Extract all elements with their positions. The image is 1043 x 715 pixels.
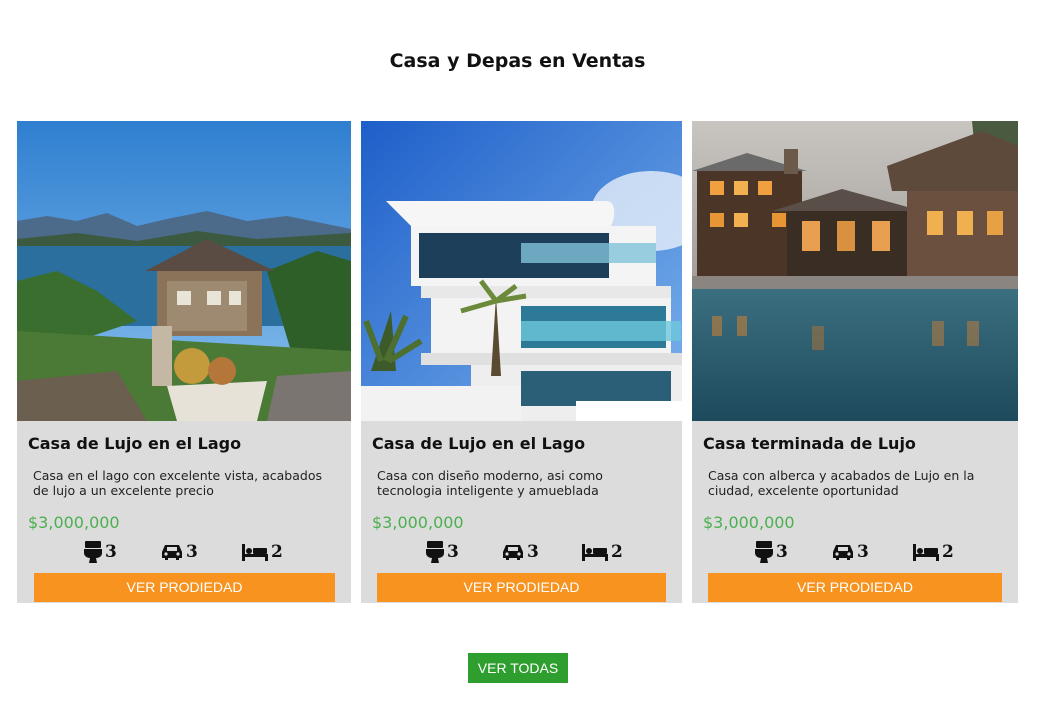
property-description: Casa en el lago con excelente vista, aca… (33, 468, 322, 498)
parking-feature: 3 (832, 540, 869, 564)
property-price: $3,000,000 (372, 513, 464, 532)
toilet-icon (426, 541, 444, 563)
bathrooms-feature: 3 (84, 540, 117, 564)
property-features: 3 3 2 (17, 540, 351, 564)
property-price: $3,000,000 (703, 513, 795, 532)
bathrooms-feature: 3 (755, 540, 788, 564)
toilet-icon (84, 541, 102, 563)
parking-count: 3 (857, 542, 869, 562)
property-title: Casa terminada de Lujo (703, 434, 916, 453)
section-title: Casa y Depas en Ventas (389, 50, 646, 72)
bedrooms-feature: 2 (242, 540, 283, 564)
bathrooms-count: 3 (105, 542, 117, 562)
property-price: $3,000,000 (28, 513, 120, 532)
car-icon (833, 545, 853, 560)
property-card: Casa terminada de Lujo Casa con alberca … (692, 121, 1018, 603)
property-features: 3 3 2 (692, 540, 1018, 564)
property-title: Casa de Lujo en el Lago (28, 434, 242, 453)
view-property-button[interactable]: VER PRODIEDAD (34, 573, 335, 602)
car-icon (503, 545, 523, 560)
bathrooms-count: 3 (776, 542, 788, 562)
view-property-button[interactable]: VER PRODIEDAD (377, 573, 666, 602)
property-description: Casa con alberca y acabados de Lujo en l… (708, 468, 975, 498)
bed-icon (242, 544, 268, 561)
bedrooms-count: 2 (611, 542, 623, 562)
bedrooms-count: 2 (271, 542, 283, 562)
bedrooms-feature: 2 (582, 540, 623, 564)
property-description: Casa con diseño moderno, asi como tecnol… (377, 468, 603, 498)
parking-count: 3 (527, 542, 539, 562)
bedrooms-count: 2 (942, 542, 954, 562)
modern-house-photo[interactable] (361, 121, 682, 421)
property-card: Casa de Lujo en el Lago Casa en el lago … (17, 121, 351, 603)
view-property-button[interactable]: VER PRODIEDAD (708, 573, 1002, 602)
view-all-button[interactable]: VER TODAS (468, 653, 568, 683)
property-features: 3 3 2 (361, 540, 682, 564)
bathrooms-feature: 3 (426, 540, 459, 564)
parking-feature: 3 (161, 540, 198, 564)
lake-house-photo[interactable] (17, 121, 351, 421)
property-card: Casa de Lujo en el Lago Casa con diseño … (361, 121, 682, 603)
bathrooms-count: 3 (447, 542, 459, 562)
bed-icon (582, 544, 608, 561)
bed-icon (913, 544, 939, 561)
pool-house-photo[interactable] (692, 121, 1018, 421)
bedrooms-feature: 2 (913, 540, 954, 564)
property-title: Casa de Lujo en el Lago (372, 434, 586, 453)
toilet-icon (755, 541, 773, 563)
parking-count: 3 (186, 542, 198, 562)
car-icon (162, 545, 182, 560)
parking-feature: 3 (502, 540, 539, 564)
